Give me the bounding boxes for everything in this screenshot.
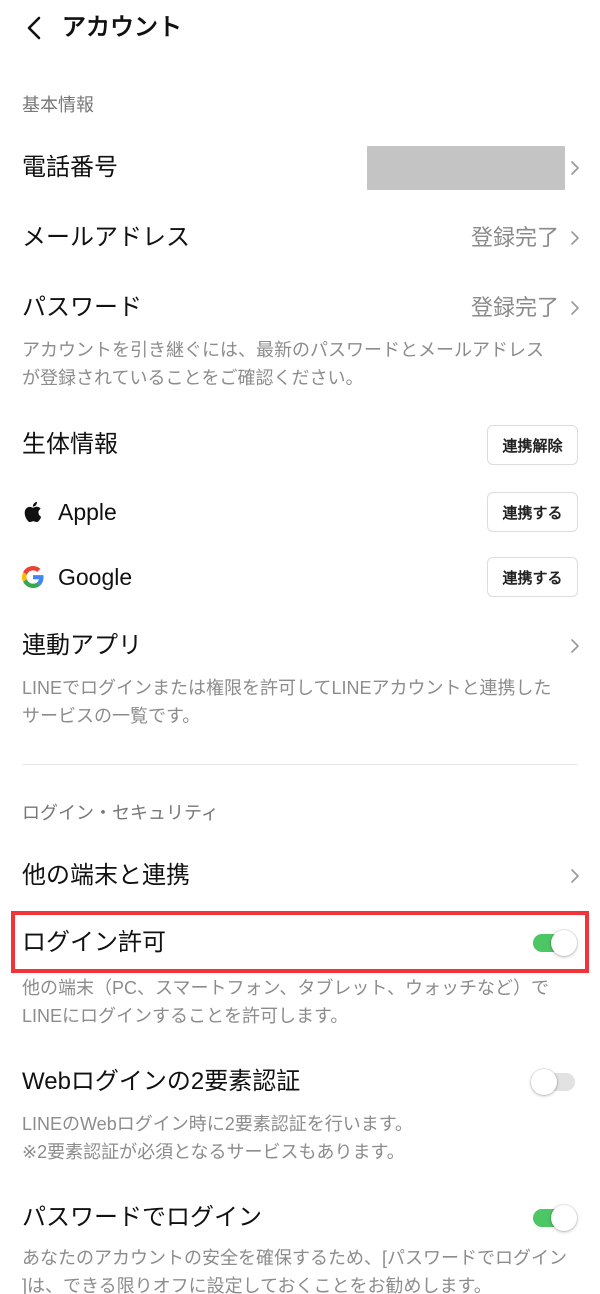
phone-number-value-group xyxy=(367,146,580,190)
chevron-right-icon xyxy=(570,300,580,316)
web-2fa-label: Webログインの2要素認証 xyxy=(22,1068,301,1095)
password-login-toggle[interactable] xyxy=(531,1204,577,1232)
apple-link-button[interactable]: 連携する xyxy=(487,492,578,532)
page-title: アカウント xyxy=(62,14,182,41)
password-status-group: 登録完了 xyxy=(471,293,580,323)
web-2fa-row: Webログインの2要素認証 xyxy=(0,1054,600,1110)
login-permission-toggle[interactable] xyxy=(531,929,577,957)
login-permission-description: 他の端末（PC、スマートフォン、タブレット、ウォッチなど）で LINEにログイン… xyxy=(22,974,592,1030)
web-2fa-description: LINEのWebログイン時に2要素認証を行います。 ※2要素認証が必須となるサー… xyxy=(22,1110,592,1166)
description-line: LINEにログインすることを許可します。 xyxy=(22,1006,349,1026)
description-line: アカウントを引き継ぐには、最新のパスワードとメールアドレス xyxy=(22,340,544,360)
chevron-left-icon xyxy=(24,14,44,42)
password-login-label: パスワードでログイン xyxy=(22,1204,262,1231)
apple-label: Apple xyxy=(58,499,117,525)
header: アカウント xyxy=(0,0,600,58)
biometric-row: 生体情報 連携解除 xyxy=(0,417,600,473)
description-line: ※2要素認証が必須となるサービスもあります。 xyxy=(22,1142,405,1162)
biometric-unlink-button[interactable]: 連携解除 xyxy=(487,425,578,465)
phone-number-label: 電話番号 xyxy=(22,154,118,181)
email-status-group: 登録完了 xyxy=(471,223,580,253)
google-label: Google xyxy=(58,564,133,590)
apple-row: Apple 連携する xyxy=(0,484,600,540)
apple-icon xyxy=(22,500,44,524)
other-devices-label: 他の端末と連携 xyxy=(22,862,190,889)
back-button[interactable] xyxy=(20,12,48,44)
password-description: アカウントを引き継ぐには、最新のパスワードとメールアドレス が登録されていること… xyxy=(22,336,592,392)
google-row: Google 連携する xyxy=(0,549,600,605)
login-permission-row: ログイン許可 xyxy=(0,915,600,971)
toggle-knob xyxy=(531,1069,557,1095)
password-row[interactable]: パスワード 登録完了 xyxy=(0,280,600,336)
password-login-description: あなたのアカウントの安全を確保するため、[パスワードでログイン ]は、できる限り… xyxy=(22,1244,592,1294)
description-line: LINEでログインまたは権限を許可してLINEアカウントと連携した xyxy=(22,678,552,698)
password-login-row: パスワードでログイン xyxy=(0,1190,600,1246)
apple-brand: Apple xyxy=(22,496,117,528)
account-settings-screen: アカウント 基本情報 電話番号 メールアドレス 登録完了 パスワード 登録完了 xyxy=(0,0,600,1294)
email-row[interactable]: メールアドレス 登録完了 xyxy=(0,210,600,266)
phone-number-row[interactable]: 電話番号 xyxy=(0,140,600,196)
login-permission-label: ログイン許可 xyxy=(22,929,166,956)
other-devices-row[interactable]: 他の端末と連携 xyxy=(0,848,600,904)
email-label: メールアドレス xyxy=(22,224,190,251)
description-line: あなたのアカウントの安全を確保するため、[パスワードでログイン xyxy=(22,1248,567,1268)
section-label-basic-info: 基本情報 xyxy=(22,95,94,115)
google-icon xyxy=(22,565,44,589)
description-line: 他の端末（PC、スマートフォン、タブレット、ウォッチなど）で xyxy=(22,978,550,998)
description-line: ]は、できる限りオフに設定しておくことをお勧めします。 xyxy=(22,1276,492,1294)
section-label-login-security: ログイン・セキュリティ xyxy=(22,803,219,823)
biometric-label: 生体情報 xyxy=(22,431,118,458)
linked-apps-description: LINEでログインまたは権限を許可してLINEアカウントと連携した サービスの一… xyxy=(22,674,592,730)
linked-apps-label: 連動アプリ xyxy=(22,632,142,659)
chevron-right-icon xyxy=(570,230,580,246)
chevron-right-icon xyxy=(570,638,580,654)
description-line: サービスの一覧です。 xyxy=(22,706,201,726)
toggle-knob xyxy=(551,1205,577,1231)
chevron-right-icon xyxy=(570,868,580,884)
web-2fa-toggle[interactable] xyxy=(531,1068,577,1096)
password-status: 登録完了 xyxy=(470,295,559,320)
google-link-button[interactable]: 連携する xyxy=(487,557,578,597)
description-line: が登録されていることをご確認ください。 xyxy=(22,368,364,388)
email-status: 登録完了 xyxy=(470,225,559,250)
google-brand: Google xyxy=(22,561,132,593)
linked-apps-row[interactable]: 連動アプリ xyxy=(0,618,600,674)
redacted-phone-number xyxy=(367,146,565,190)
description-line: LINEのWebログイン時に2要素認証を行います。 xyxy=(22,1114,413,1134)
password-label: パスワード xyxy=(22,294,142,321)
toggle-knob xyxy=(551,930,577,956)
chevron-right-icon xyxy=(570,160,580,176)
section-divider xyxy=(22,764,578,765)
